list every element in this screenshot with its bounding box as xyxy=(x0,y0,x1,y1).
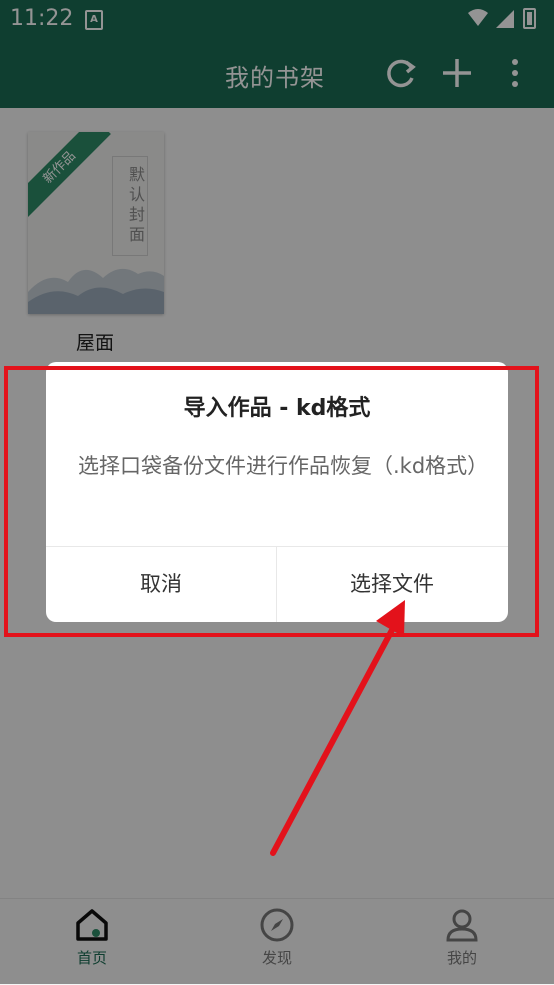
annotation-arrow-icon xyxy=(270,600,405,856)
